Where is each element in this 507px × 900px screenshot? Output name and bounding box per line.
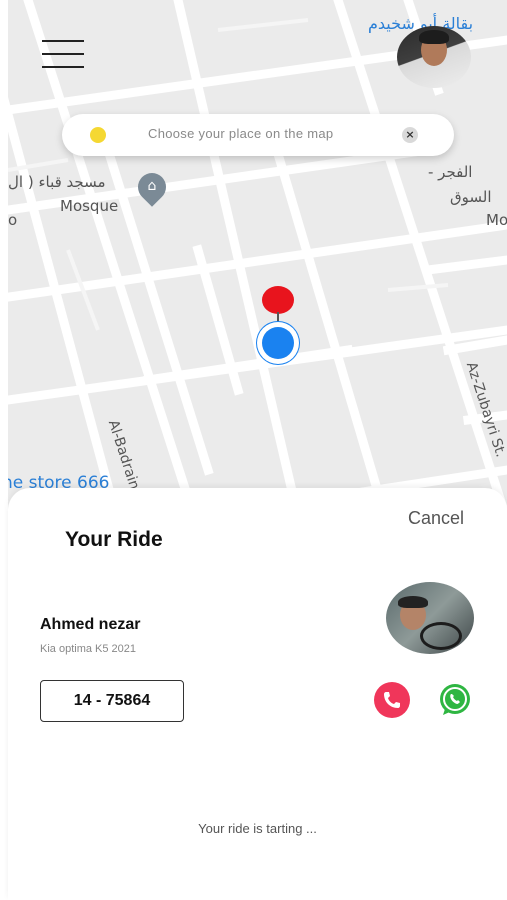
ride-panel: Cancel Your Ride Ahmed nezar Kia optima … [8,488,507,900]
location-dot-icon [90,127,106,143]
map-label-right-3: Mo [486,211,507,229]
phone-icon [384,692,400,708]
map-label-left-partial: o [8,211,18,229]
cancel-button[interactable]: Cancel [408,508,464,529]
menu-line-icon [42,66,84,68]
phone-call-button[interactable] [374,682,410,718]
mosque-glyph: ⌂ [147,178,157,194]
driver-hair [398,596,428,608]
menu-line-icon [42,53,84,55]
pin-head [262,286,294,314]
map-label-right-1: الفجر - [428,163,473,181]
menu-button[interactable] [42,38,86,72]
ride-status: Your ride is tarting ... [198,821,317,836]
location-dot [262,327,294,359]
close-icon[interactable]: × [402,127,418,143]
search-placeholder: Choose your place on the map [148,126,334,141]
map-label-poi-arabic: مسجد قباء ( ال [8,173,106,191]
search-bar[interactable]: Choose your place on the map × [62,114,454,156]
map-label-right-2: السوق [450,188,492,206]
menu-line-icon [42,40,84,42]
current-location-icon [257,322,299,364]
panel-title: Your Ride [65,528,163,551]
user-avatar[interactable] [397,26,471,88]
driver-avatar [386,582,474,654]
plate-number: 14 - 75864 [40,680,184,722]
whatsapp-icon [440,684,470,715]
map-label-mosque: Mosque [60,197,119,215]
avatar-hair [419,30,449,44]
whatsapp-button[interactable] [437,682,473,718]
destination-pin-icon[interactable] [262,286,294,346]
steering-wheel [420,622,462,650]
car-model: Kia optima K5 2021 [40,643,137,655]
driver-name: Ahmed nezar [40,616,141,633]
